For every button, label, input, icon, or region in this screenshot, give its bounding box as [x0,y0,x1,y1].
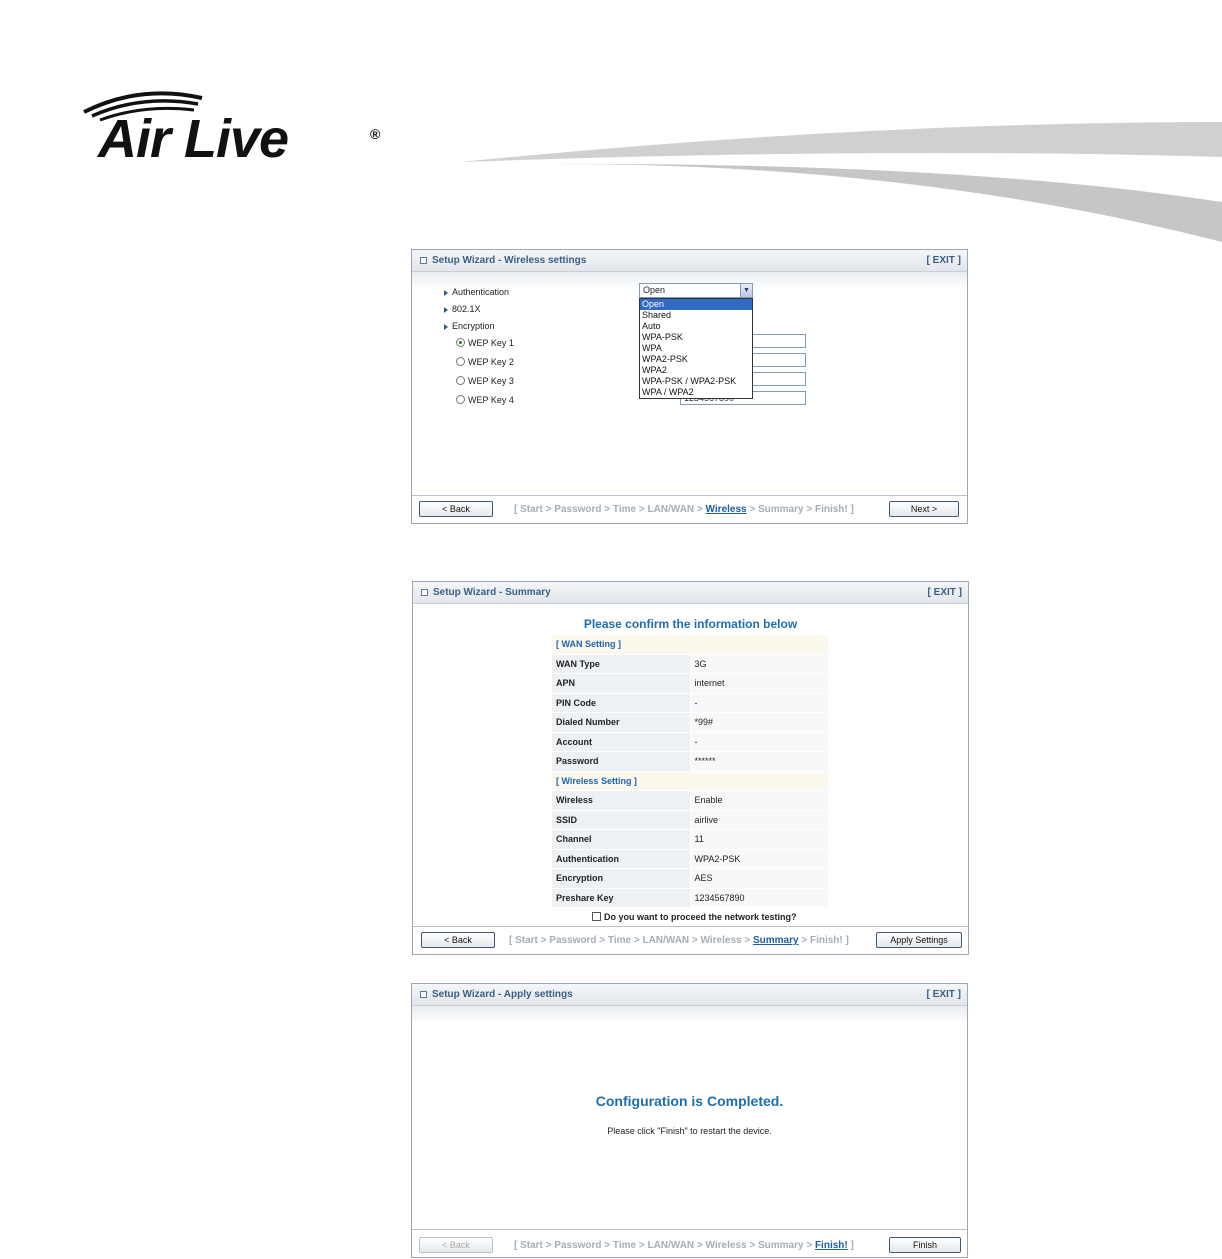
wep-key-2-label: WEP Key 2 [468,357,514,367]
panel-header: Setup Wizard - Wireless settings [ EXIT … [412,250,967,272]
exit-link[interactable]: [ EXIT ] [927,989,961,1000]
back-button: < Back [419,1237,493,1253]
auth-option-auto[interactable]: Auto [640,321,752,332]
table-row: Password ****** [551,751,829,772]
confirm-heading: Please confirm the information below [583,617,798,631]
completed-message: Configuration is Completed. [595,1093,784,1109]
table-row: SSID airlive [551,809,829,830]
network-test-checkbox[interactable] [592,912,601,921]
dot1x-label: 802.1X [452,304,481,314]
auth-option-wpa2[interactable]: WPA2 [640,365,752,376]
authentication-label: Authentication [452,287,510,297]
table-row: PIN Code - [551,692,829,713]
apply-settings-button[interactable]: Apply Settings [876,932,962,948]
table-row: Preshare Key 1234567890 [551,887,829,908]
wep-key-1-radio[interactable] [456,338,465,347]
table-row: Channel 11 [551,829,829,850]
registered-mark: ® [370,126,381,142]
auth-option-wpa-psk[interactable]: WPA-PSK [640,332,752,343]
restart-instructions: Please click "Finish" to restart the dev… [607,1126,772,1136]
square-bullet-icon [421,589,428,596]
wireless-settings-panel: Setup Wizard - Wireless settings [ EXIT … [411,249,968,524]
breadcrumb-current[interactable]: Finish! [815,1240,848,1251]
header-swoosh [460,122,1222,242]
panel-title: Setup Wizard - Wireless settings [432,255,587,266]
wep-key-1-label: WEP Key 1 [468,338,514,348]
apply-settings-panel: Setup Wizard - Apply settings [ EXIT ] C… [411,983,968,1258]
table-row: Authentication WPA2-PSK [551,848,829,869]
table-row: Wireless Enable [551,790,829,811]
authentication-select[interactable]: Open ▼ [639,283,753,298]
panel-footer: < Back [ Start > Password > Time > LAN/W… [413,926,968,954]
auth-option-shared[interactable]: Shared [640,310,752,321]
encryption-label: Encryption [452,321,495,331]
arrow-right-icon [444,307,448,313]
panel-header: Setup Wizard - Summary [ EXIT ] [413,582,968,604]
network-test-label: Do you want to proceed the network testi… [604,912,797,922]
auth-option-wpa2-psk[interactable]: WPA2-PSK [640,354,752,365]
wizard-breadcrumb: [ Start > Password > Time > LAN/WAN > Wi… [514,504,854,515]
table-row: APN internet [551,673,829,694]
auth-option-wpa-wpa2[interactable]: WPA / WPA2 [640,387,752,398]
panel-footer: < Back [ Start > Password > Time > LAN/W… [412,495,967,523]
wep-key-4-label: WEP Key 4 [468,395,514,405]
airlive-logo: Air Live ® [80,84,390,174]
arrow-right-icon [444,290,448,296]
table-row: Dialed Number *99# [551,712,829,733]
wireless-section-header: [ Wireless Setting ] [551,770,829,791]
wep-key-4-radio[interactable] [456,395,465,404]
summary-table: [ WAN Setting ] WAN Type 3G APN internet P… [551,634,829,908]
auth-option-wpa[interactable]: WPA [640,343,752,354]
authentication-dropdown: Open Shared Auto WPA-PSK WPA WPA2-PSK WP… [639,298,753,399]
arrow-right-icon [444,324,448,330]
chevron-down-icon[interactable]: ▼ [740,284,752,297]
square-bullet-icon [420,991,427,998]
square-bullet-icon [420,257,427,264]
panel-footer: < Back [ Start > Password > Time > LAN/W… [412,1229,967,1257]
summary-panel: Setup Wizard - Summary [ EXIT ] Please c… [412,581,969,955]
exit-link[interactable]: [ EXIT ] [928,587,962,598]
logo-text: Air Live [98,109,289,169]
table-row: Account - [551,731,829,752]
wizard-breadcrumb: [ Start > Password > Time > LAN/WAN > Wi… [509,935,849,946]
auth-option-open[interactable]: Open [640,299,752,310]
table-row: WAN Type 3G [551,653,829,674]
back-button[interactable]: < Back [421,932,495,948]
breadcrumb-current[interactable]: Wireless [706,504,747,515]
exit-link[interactable]: [ EXIT ] [927,255,961,266]
table-row: Encryption AES [551,868,829,889]
wep-key-3-radio[interactable] [456,376,465,385]
next-button[interactable]: Next > [889,501,959,517]
panel-header: Setup Wizard - Apply settings [ EXIT ] [412,984,967,1006]
authentication-selected: Open [643,285,666,295]
auth-option-wpa-psk-wpa2-psk[interactable]: WPA-PSK / WPA2-PSK [640,376,752,387]
panel-title: Setup Wizard - Apply settings [432,989,573,1000]
wizard-breadcrumb: [ Start > Password > Time > LAN/WAN > Wi… [514,1240,854,1251]
panel-title: Setup Wizard - Summary [433,587,551,598]
wan-section-header: [ WAN Setting ] [551,634,829,655]
finish-button[interactable]: Finish [889,1237,961,1253]
back-button[interactable]: < Back [419,501,493,517]
wep-key-2-radio[interactable] [456,357,465,366]
breadcrumb-current[interactable]: Summary [753,935,799,946]
wep-key-3-label: WEP Key 3 [468,376,514,386]
